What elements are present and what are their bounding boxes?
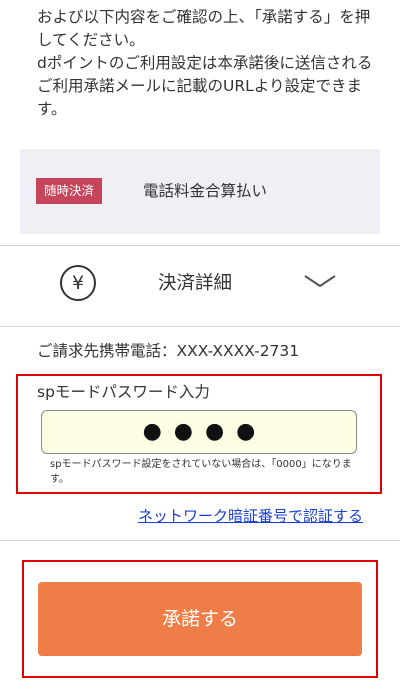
password-input[interactable]: ●●●● [41,410,357,454]
divider [0,326,400,327]
network-pin-auth-link[interactable]: ネットワーク暗証番号で認証する [138,505,363,527]
divider [0,540,400,541]
payment-method-label: 電話料金合算払い [143,182,268,200]
password-label: spモードパスワード入力 [37,383,210,401]
accept-button[interactable]: 承諾する [38,582,362,656]
intro-line-dpoint: dポイントのご利用設定は本承諾後に送信されるご利用承諾メールに記載のURLより設… [37,54,373,118]
intro-line-confirm: および以下内容をご確認の上、「承諾する」を押してください。 [37,8,371,49]
intro-text: および以下内容をご確認の上、「承諾する」を押してください。 dポイントのご利用設… [37,6,382,121]
payment-details-title: 決済詳細 [158,273,233,294]
payment-method-box: 随時決済 電話料金合算払い [20,149,380,234]
yen-icon: ¥ [60,265,96,301]
billing-phone: ご請求先携帯電話：XXX-XXXX-2731 [37,342,300,360]
payment-details-accordion[interactable]: ¥ 決済詳細 [0,246,400,326]
password-note: spモードパスワード設定をされていない場合は、「0000」になります。 [50,459,352,485]
chevron-down-icon [304,275,336,288]
payment-type-badge: 随時決済 [36,178,103,204]
